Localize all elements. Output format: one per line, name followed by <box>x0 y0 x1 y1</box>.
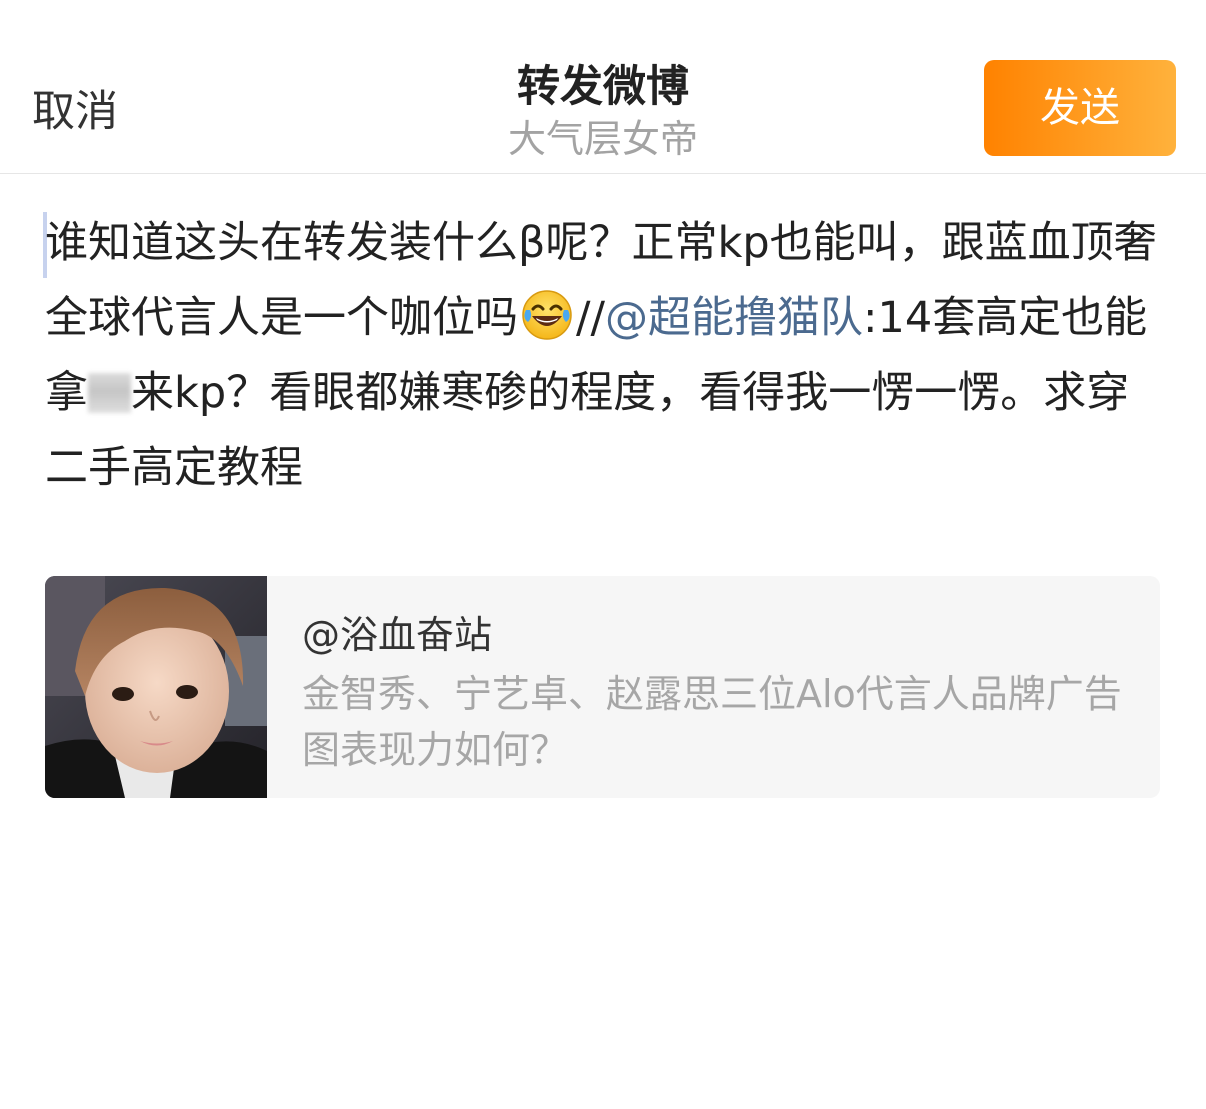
quoted-post-username: @浴血奋站 <box>302 613 493 657</box>
cancel-button[interactable]: 取消 <box>32 84 118 140</box>
title-block: 转发微博 大气层女帝 <box>403 60 803 164</box>
repost-screen: 取消 转发微博 大气层女帝 发送 谁知道这头在转发装什么β呢？正常kp也能叫，跟… <box>0 0 1206 1109</box>
laughing-tears-emoji-icon <box>522 290 572 340</box>
mention-link[interactable]: @超能撸猫队 <box>605 293 863 343</box>
quoted-post-card[interactable]: @浴血奋站 金智秀、宁艺卓、赵露思三位Alo代言人品牌广告图表现力如何？ <box>45 576 1160 798</box>
compose-text-area[interactable]: 谁知道这头在转发装什么β呢？正常kp也能叫，跟蓝血顶奢全球代言人是一个咖位吗 /… <box>45 206 1170 506</box>
blurred-character <box>88 373 131 413</box>
compose-text-end: 来kp？看眼都嫌寒碜的程度，看得我一愣一愣。求穿二手高定教程 <box>45 368 1130 493</box>
send-button[interactable]: 发送 <box>984 60 1176 156</box>
quoted-post-thumbnail <box>45 576 267 798</box>
top-bar: 取消 转发微博 大气层女帝 发送 <box>0 0 1206 174</box>
repost-separator: // <box>576 293 605 343</box>
page-title: 转发微博 <box>517 62 689 112</box>
account-name: 大气层女帝 <box>507 117 698 161</box>
quoted-post-content: 金智秀、宁艺卓、赵露思三位Alo代言人品牌广告图表现力如何？ <box>302 672 1122 772</box>
